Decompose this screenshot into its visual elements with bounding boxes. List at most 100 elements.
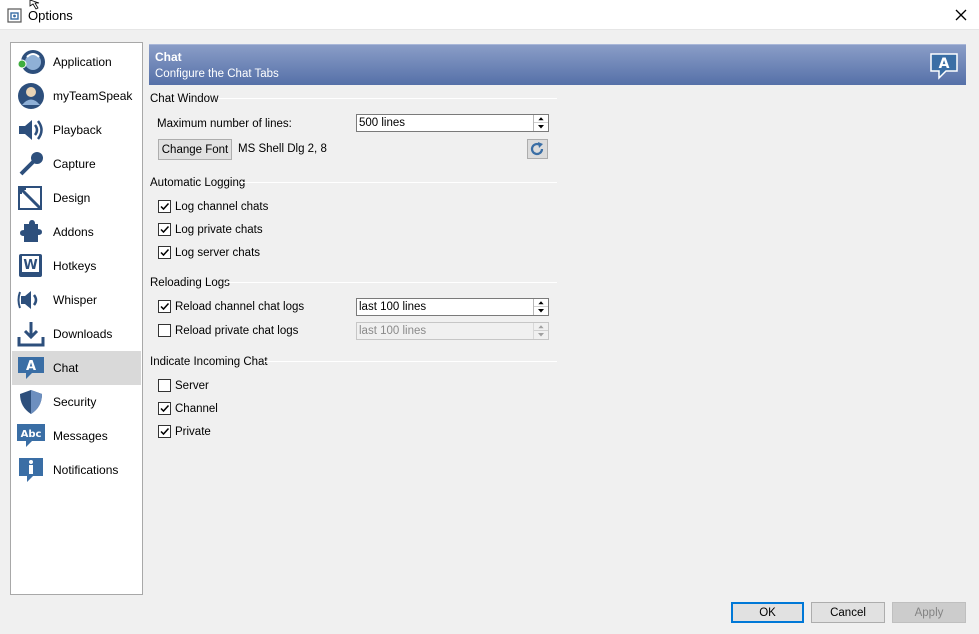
sidebar-item-label: Application <box>53 55 112 69</box>
spin-up-icon[interactable] <box>534 299 548 307</box>
svg-text:A: A <box>939 56 950 72</box>
reload-private-lines-spinbox: last 100 lines <box>356 322 549 340</box>
spin-buttons <box>533 323 548 339</box>
checkmark-icon <box>160 202 170 211</box>
indicate-server-checkbox[interactable] <box>158 379 171 392</box>
download-icon <box>17 322 45 347</box>
log-channel-chats-checkbox[interactable] <box>158 200 171 213</box>
close-icon[interactable] <box>951 5 971 25</box>
group-title-chat-window: Chat Window <box>150 93 219 105</box>
sidebar-item-playback[interactable]: Playback <box>12 113 141 147</box>
reset-font-button[interactable] <box>527 139 548 159</box>
title-bar: Options <box>0 0 979 30</box>
reload-private-lines-value: last 100 lines <box>359 325 427 337</box>
sidebar-item-downloads[interactable]: Downloads <box>12 317 141 351</box>
options-window-icon <box>7 8 22 23</box>
log-private-chats-checkbox[interactable] <box>158 223 171 236</box>
sidebar-item-chat[interactable]: A Chat <box>12 351 141 385</box>
sidebar-item-label: Notifications <box>53 463 119 477</box>
checkmark-icon <box>160 404 170 413</box>
change-font-button[interactable]: Change Font <box>158 139 232 160</box>
reload-channel-lines-value: last 100 lines <box>359 301 427 313</box>
sidebar-item-security[interactable]: Security <box>12 385 141 419</box>
sidebar-item-whisper[interactable]: Whisper <box>12 283 141 317</box>
checkmark-icon <box>160 248 170 257</box>
sidebar-item-label: Addons <box>53 225 94 239</box>
window-title: Options <box>28 8 73 23</box>
reload-private-logs-checkbox[interactable] <box>158 324 171 337</box>
shield-icon <box>20 390 42 414</box>
reload-channel-logs-label: Reload channel chat logs <box>175 301 305 313</box>
speaker-icon <box>19 120 43 140</box>
keyboard-key-icon: W <box>19 254 42 277</box>
group-separator <box>218 98 557 99</box>
spin-down-icon[interactable] <box>534 307 548 315</box>
indicate-channel-checkbox[interactable] <box>158 402 171 415</box>
whisper-icon <box>17 291 38 309</box>
checkmark-icon <box>160 225 170 234</box>
log-server-chats-checkbox[interactable] <box>158 246 171 259</box>
log-private-chats-label: Log private chats <box>175 224 263 236</box>
group-separator <box>264 361 557 362</box>
sidebar-item-label: myTeamSpeak <box>53 89 133 103</box>
reload-channel-logs-checkbox[interactable] <box>158 300 171 313</box>
spin-buttons <box>533 299 548 315</box>
checkmark-icon <box>160 302 170 311</box>
group-separator <box>226 282 557 283</box>
indicate-private-checkbox[interactable] <box>158 425 171 438</box>
sidebar-item-myteamspeak[interactable]: myTeamSpeak <box>12 79 141 113</box>
svg-text:A: A <box>26 359 36 374</box>
indicate-channel-label: Channel <box>175 403 218 415</box>
page-header: Chat Configure the Chat Tabs A <box>149 44 966 85</box>
sidebar-item-label: Design <box>53 191 91 205</box>
application-icon <box>17 50 45 74</box>
log-server-chats-label: Log server chats <box>175 247 261 259</box>
sidebar-item-label: Downloads <box>53 327 113 341</box>
sidebar-item-capture[interactable]: Capture <box>12 147 141 181</box>
max-lines-value: 500 lines <box>359 117 406 129</box>
chat-logo-icon: A <box>930 53 958 80</box>
spin-down-icon[interactable] <box>534 123 548 131</box>
messages-icon: Abc <box>17 424 45 447</box>
max-lines-spinbox[interactable]: 500 lines <box>356 114 549 132</box>
design-icon <box>18 186 42 210</box>
info-icon <box>19 458 43 482</box>
group-separator <box>240 182 557 183</box>
checkmark-icon <box>160 427 170 436</box>
font-value: MS Shell Dlg 2, 8 <box>238 143 327 155</box>
mouse-cursor-icon <box>29 0 40 10</box>
sidebar-item-application[interactable]: Application <box>12 45 141 79</box>
sidebar-item-notifications[interactable]: Notifications <box>12 453 141 487</box>
indicate-private-label: Private <box>175 426 211 438</box>
reload-channel-lines-spinbox[interactable]: last 100 lines <box>356 298 549 316</box>
chat-bubble-icon: A <box>18 357 44 379</box>
sidebar-item-addons[interactable]: Addons <box>12 215 141 249</box>
apply-button: Apply <box>892 602 966 623</box>
group-title-indicate-incoming: Indicate Incoming Chat <box>150 356 268 368</box>
spin-up-icon[interactable] <box>534 115 548 123</box>
max-lines-label: Maximum number of lines: <box>157 118 292 130</box>
svg-text:Abc: Abc <box>21 429 42 440</box>
sidebar-item-design[interactable]: Design <box>12 181 141 215</box>
sidebar-item-label: Capture <box>53 157 96 171</box>
page-subtitle: Configure the Chat Tabs <box>155 68 279 80</box>
group-title-automatic-logging: Automatic Logging <box>150 177 246 189</box>
spin-down-icon <box>538 333 544 337</box>
log-channel-chats-label: Log channel chats <box>175 201 269 213</box>
indicate-server-label: Server <box>175 380 209 392</box>
refresh-icon <box>530 142 544 156</box>
sidebar-item-label: Security <box>53 395 97 409</box>
spin-buttons <box>533 115 548 131</box>
svg-text:W: W <box>23 258 37 273</box>
ok-button[interactable]: OK <box>731 602 804 623</box>
options-sidebar: Application myTeamSpeak Playback Capture… <box>10 42 143 595</box>
sidebar-item-label: Chat <box>53 361 79 375</box>
user-profile-icon <box>18 83 44 109</box>
puzzle-icon <box>20 220 42 242</box>
microphone-icon <box>19 152 43 176</box>
sidebar-item-hotkeys[interactable]: W Hotkeys <box>12 249 141 283</box>
sidebar-item-label: Whisper <box>53 293 98 307</box>
group-title-reloading-logs: Reloading Logs <box>150 277 230 289</box>
cancel-button[interactable]: Cancel <box>811 602 885 623</box>
sidebar-item-messages[interactable]: Abc Messages <box>12 419 141 453</box>
